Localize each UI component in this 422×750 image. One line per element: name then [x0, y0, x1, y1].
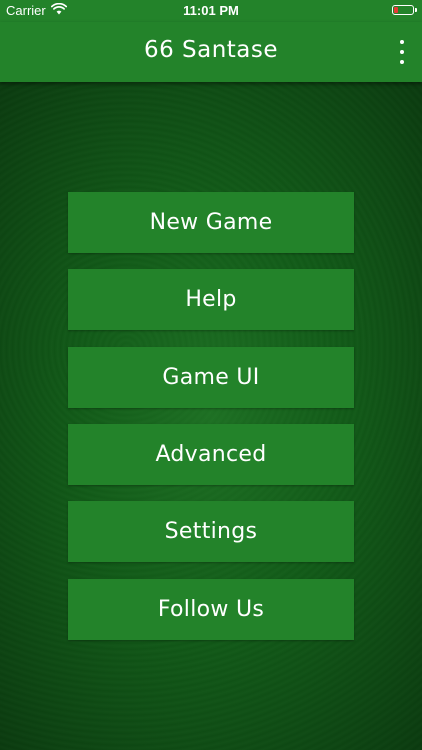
- battery-icon: [392, 5, 417, 15]
- menu-dot: [400, 50, 404, 54]
- menu-dot: [400, 60, 404, 64]
- app-bar: 66 Santase: [0, 22, 422, 82]
- follow-us-button[interactable]: Follow Us: [68, 579, 354, 640]
- game-ui-button[interactable]: Game UI: [68, 347, 354, 408]
- menu-dot: [400, 40, 404, 44]
- more-vertical-icon[interactable]: [398, 40, 406, 64]
- advanced-button[interactable]: Advanced: [68, 424, 354, 485]
- app-title: 66 Santase: [143, 37, 279, 63]
- new-game-button[interactable]: New Game: [68, 192, 354, 253]
- battery-level: [394, 7, 398, 13]
- help-button[interactable]: Help: [68, 269, 354, 330]
- status-bar: Carrier 11:01 PM: [0, 0, 422, 22]
- status-time: 11:01 PM: [183, 3, 239, 18]
- settings-button[interactable]: Settings: [68, 501, 354, 562]
- main-content: New Game Help Game UI Advanced Settings …: [0, 82, 422, 750]
